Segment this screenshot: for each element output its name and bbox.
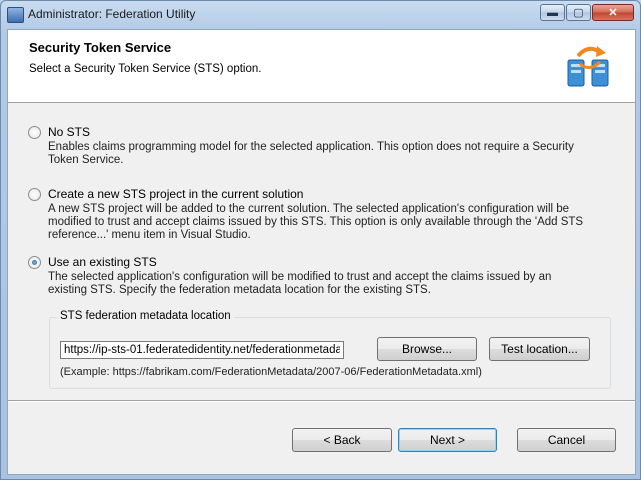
window-title: Administrator: Federation Utility: [28, 7, 196, 21]
maximize-button[interactable]: ▢: [566, 4, 591, 21]
wizard-client-area: Security Token Service Select a Security…: [7, 29, 636, 475]
next-button[interactable]: Next >: [398, 428, 497, 452]
existing-sts-label[interactable]: Use an existing STS: [48, 255, 157, 269]
wizard-header: Security Token Service Select a Security…: [8, 30, 635, 103]
new-sts-label[interactable]: Create a new STS project in the current …: [48, 187, 303, 201]
app-icon: [7, 7, 24, 23]
metadata-location-group: STS federation metadata location Browse.…: [49, 310, 611, 389]
no-sts-radio[interactable]: [28, 126, 41, 139]
page-subtitle: Select a Security Token Service (STS) op…: [29, 63, 262, 75]
title-bar[interactable]: Administrator: Federation Utility ▬ ▢ ✕: [1, 1, 640, 28]
cancel-button[interactable]: Cancel: [517, 428, 616, 452]
metadata-example-text: (Example: https://fabrikam.com/Federatio…: [60, 366, 482, 378]
close-button[interactable]: ✕: [592, 4, 634, 21]
test-location-button[interactable]: Test location...: [489, 337, 590, 361]
metadata-group-title: STS federation metadata location: [57, 310, 234, 322]
no-sts-description: Enables claims programming model for the…: [48, 141, 574, 166]
page-title: Security Token Service: [29, 40, 172, 55]
new-sts-description: A new STS project will be added to the c…: [48, 203, 584, 241]
footer-separator: [8, 400, 635, 402]
new-sts-radio[interactable]: [28, 188, 41, 201]
browse-button[interactable]: Browse...: [377, 337, 477, 361]
sts-sync-icon: [567, 46, 609, 87]
minimize-button[interactable]: ▬: [540, 4, 565, 21]
existing-sts-description: The selected application's configuration…: [48, 271, 552, 296]
federation-utility-window: Administrator: Federation Utility ▬ ▢ ✕ …: [0, 0, 641, 480]
no-sts-label[interactable]: No STS: [48, 125, 90, 139]
existing-sts-radio[interactable]: [28, 256, 41, 269]
metadata-url-input[interactable]: [60, 341, 344, 359]
back-button[interactable]: < Back: [292, 428, 392, 452]
